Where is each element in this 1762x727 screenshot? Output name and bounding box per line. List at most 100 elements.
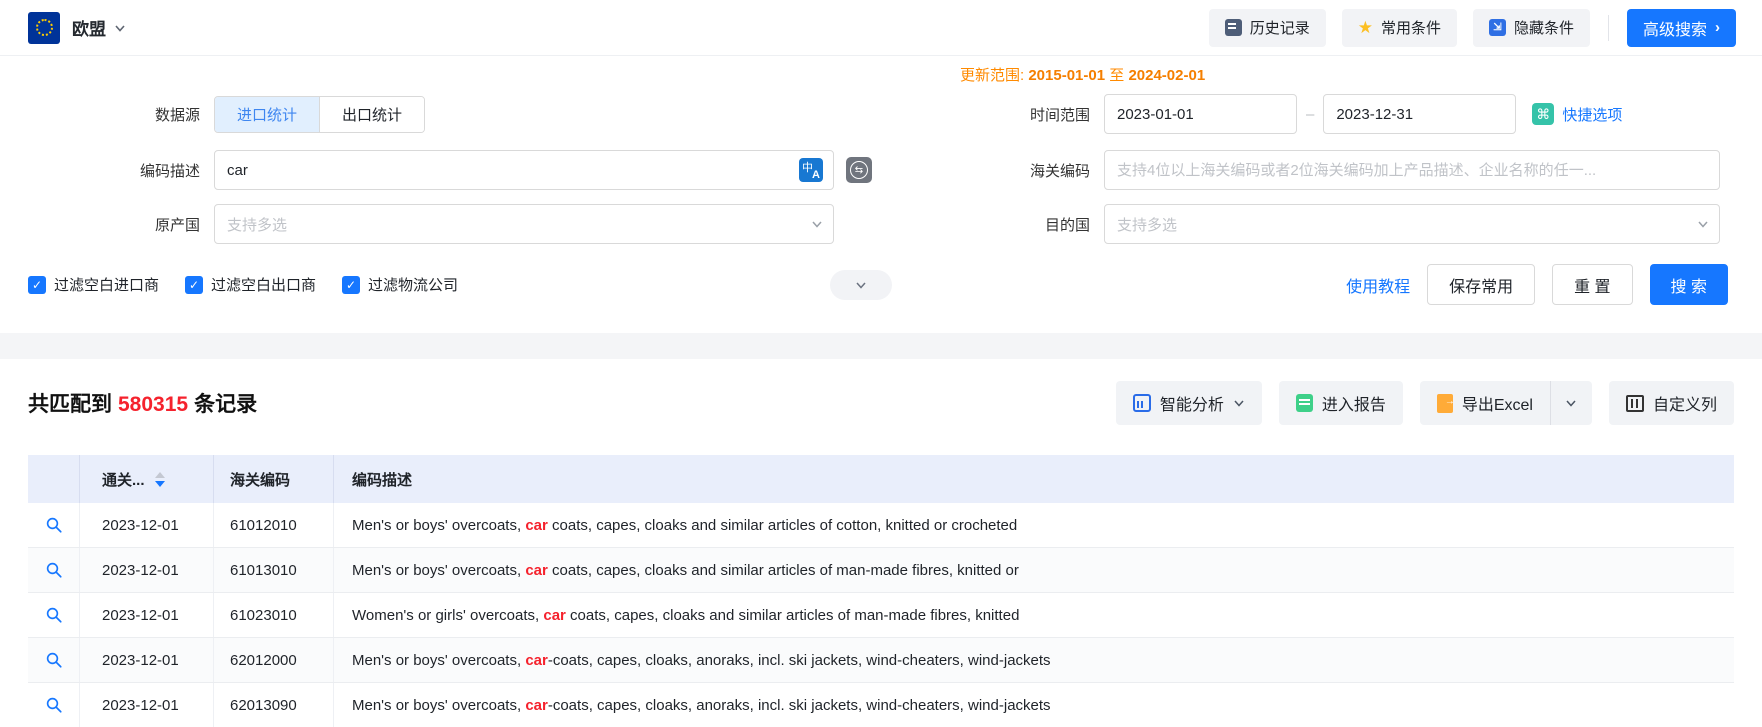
expand-conditions-button[interactable] — [830, 270, 892, 300]
hs-code-field[interactable] — [1104, 150, 1720, 190]
cell-code: 61023010 — [214, 593, 334, 637]
cell-date: 2023-12-01 — [80, 683, 214, 727]
chevron-down-icon — [855, 279, 867, 291]
tab-import-stats[interactable]: 进口统计 — [215, 97, 319, 132]
magnifier-icon[interactable] — [45, 606, 63, 624]
dest-country-select[interactable]: 支持多选 — [1104, 204, 1720, 244]
collapse-icon: ⇲ — [1489, 19, 1506, 36]
magnifier-icon[interactable] — [45, 696, 63, 714]
enter-report-button[interactable]: 进入报告 — [1279, 381, 1403, 425]
table-row: 2023-12-01 61023010 Women's or girls' ov… — [28, 593, 1734, 638]
tab-export-stats[interactable]: 出口统计 — [319, 97, 424, 132]
highlight-term: car — [543, 607, 566, 624]
highlight-term: car — [525, 517, 548, 534]
sort-toggle[interactable] — [155, 472, 165, 487]
header-code-column: 海关编码 — [214, 455, 334, 503]
region-selector[interactable]: 欧盟 — [72, 15, 126, 40]
cell-date: 2023-12-01 — [80, 638, 214, 682]
highlight-term: car — [525, 562, 548, 579]
hs-code-label: 海关编码 — [1000, 160, 1090, 181]
hs-code-input[interactable] — [1117, 162, 1709, 179]
magnifier-icon[interactable] — [45, 561, 63, 579]
table-row: 2023-12-01 61013010 Men's or boys' overc… — [28, 548, 1734, 593]
export-options-button[interactable] — [1550, 381, 1592, 425]
sort-asc-icon — [155, 472, 165, 478]
chevron-down-icon — [1697, 218, 1709, 230]
checkbox-checked-icon: ✓ — [28, 276, 46, 294]
export-excel-split-button: 导出Excel — [1420, 381, 1592, 425]
data-source-tabs: 进口统计 出口统计 — [214, 96, 425, 133]
cell-desc: Men's or boys' overcoats, car coats, cap… — [334, 562, 1734, 579]
sort-desc-icon — [155, 481, 165, 487]
export-excel-button[interactable]: 导出Excel — [1420, 381, 1550, 425]
favorites-button[interactable]: ★ 常用条件 — [1342, 9, 1457, 47]
results-header: 共匹配到580315条记录 智能分析 进入报告 导出Excel 自定义列 — [0, 381, 1762, 425]
smart-analysis-button[interactable]: 智能分析 — [1116, 381, 1262, 425]
filter-blank-exporter-checkbox[interactable]: ✓ 过滤空白出口商 — [185, 274, 316, 295]
cell-desc: Women's or girls' overcoats, car coats, … — [334, 607, 1734, 624]
star-icon: ★ — [1358, 19, 1373, 36]
magnifier-icon[interactable] — [45, 516, 63, 534]
chevron-right-icon: › — [1715, 19, 1720, 36]
filter-blank-importer-checkbox[interactable]: ✓ 过滤空白进口商 — [28, 274, 159, 295]
time-range-label: 时间范围 — [1000, 104, 1090, 125]
checkbox-checked-icon: ✓ — [342, 276, 360, 294]
chevron-down-icon — [114, 22, 126, 34]
eu-flag-icon — [28, 12, 60, 44]
swap-icon[interactable]: ⇆ — [846, 157, 872, 183]
history-button[interactable]: 历史记录 — [1209, 9, 1326, 47]
filter-logistics-checkbox[interactable]: ✓ 过滤物流公司 — [342, 274, 458, 295]
header-preview-column — [28, 455, 80, 503]
region-name: 欧盟 — [72, 15, 106, 40]
code-desc-label: 编码描述 — [28, 160, 200, 181]
code-desc-input[interactable] — [227, 162, 799, 179]
reset-button[interactable]: 重 置 — [1552, 264, 1632, 305]
cell-date: 2023-12-01 — [80, 593, 214, 637]
start-date-input[interactable] — [1117, 106, 1316, 123]
date-separator: – — [1306, 106, 1314, 123]
cell-date: 2023-12-01 — [80, 503, 214, 547]
quick-options-link[interactable]: 快捷选项 — [1562, 104, 1622, 125]
highlight-term: car — [525, 652, 548, 669]
highlight-term: car — [525, 697, 548, 714]
section-divider — [0, 333, 1762, 359]
chevron-down-icon — [1233, 397, 1245, 409]
results-summary: 共匹配到580315条记录 — [28, 388, 257, 418]
start-date-field[interactable] — [1104, 94, 1297, 134]
advanced-search-button[interactable]: 高级搜索 › — [1627, 9, 1736, 47]
chevron-down-icon — [811, 218, 823, 230]
cell-desc: Men's or boys' overcoats, car-coats, cap… — [334, 652, 1734, 669]
code-desc-field[interactable]: 中A — [214, 150, 834, 190]
header-desc-column: 编码描述 — [334, 469, 1734, 490]
report-icon — [1296, 394, 1313, 412]
table-row: 2023-12-01 62013090 Men's or boys' overc… — [28, 683, 1734, 727]
end-date-input[interactable] — [1336, 106, 1535, 123]
custom-columns-button[interactable]: 自定义列 — [1609, 381, 1734, 425]
save-common-button[interactable]: 保存常用 — [1427, 264, 1535, 305]
cell-code: 61012010 — [214, 503, 334, 547]
update-range-note: 更新范围: 2015-01-01 至 2024-02-01 — [960, 64, 1720, 88]
table-row: 2023-12-01 62012000 Men's or boys' overc… — [28, 638, 1734, 683]
header-date-column[interactable]: 通关... — [80, 455, 214, 503]
excel-export-icon — [1437, 394, 1453, 413]
match-count: 580315 — [118, 393, 188, 416]
cell-desc: Men's or boys' overcoats, car-coats, cap… — [334, 697, 1734, 714]
history-icon — [1225, 19, 1242, 36]
data-source-label: 数据源 — [28, 104, 200, 125]
search-button[interactable]: 搜 索 — [1650, 264, 1728, 305]
dest-country-label: 目的国 — [1000, 214, 1090, 235]
magnifier-icon[interactable] — [45, 651, 63, 669]
chevron-down-icon — [1565, 397, 1577, 409]
tutorial-link[interactable]: 使用教程 — [1346, 273, 1410, 297]
end-date-field[interactable] — [1323, 94, 1516, 134]
origin-country-select[interactable]: 支持多选 — [214, 204, 834, 244]
search-form: 更新范围: 2015-01-01 至 2024-02-01 数据源 进口统计 出… — [0, 56, 1762, 319]
hide-conditions-button[interactable]: ⇲ 隐藏条件 — [1473, 9, 1590, 47]
top-bar: 欧盟 历史记录 ★ 常用条件 ⇲ 隐藏条件 高级搜索 › — [0, 0, 1762, 56]
bi-chart-icon — [1133, 394, 1151, 412]
cell-date: 2023-12-01 — [80, 548, 214, 592]
table-header-row: 通关... 海关编码 编码描述 — [28, 455, 1734, 503]
table-row: 2023-12-01 61012010 Men's or boys' overc… — [28, 503, 1734, 548]
cell-code: 62013090 — [214, 683, 334, 727]
translate-icon[interactable]: 中A — [799, 158, 823, 182]
